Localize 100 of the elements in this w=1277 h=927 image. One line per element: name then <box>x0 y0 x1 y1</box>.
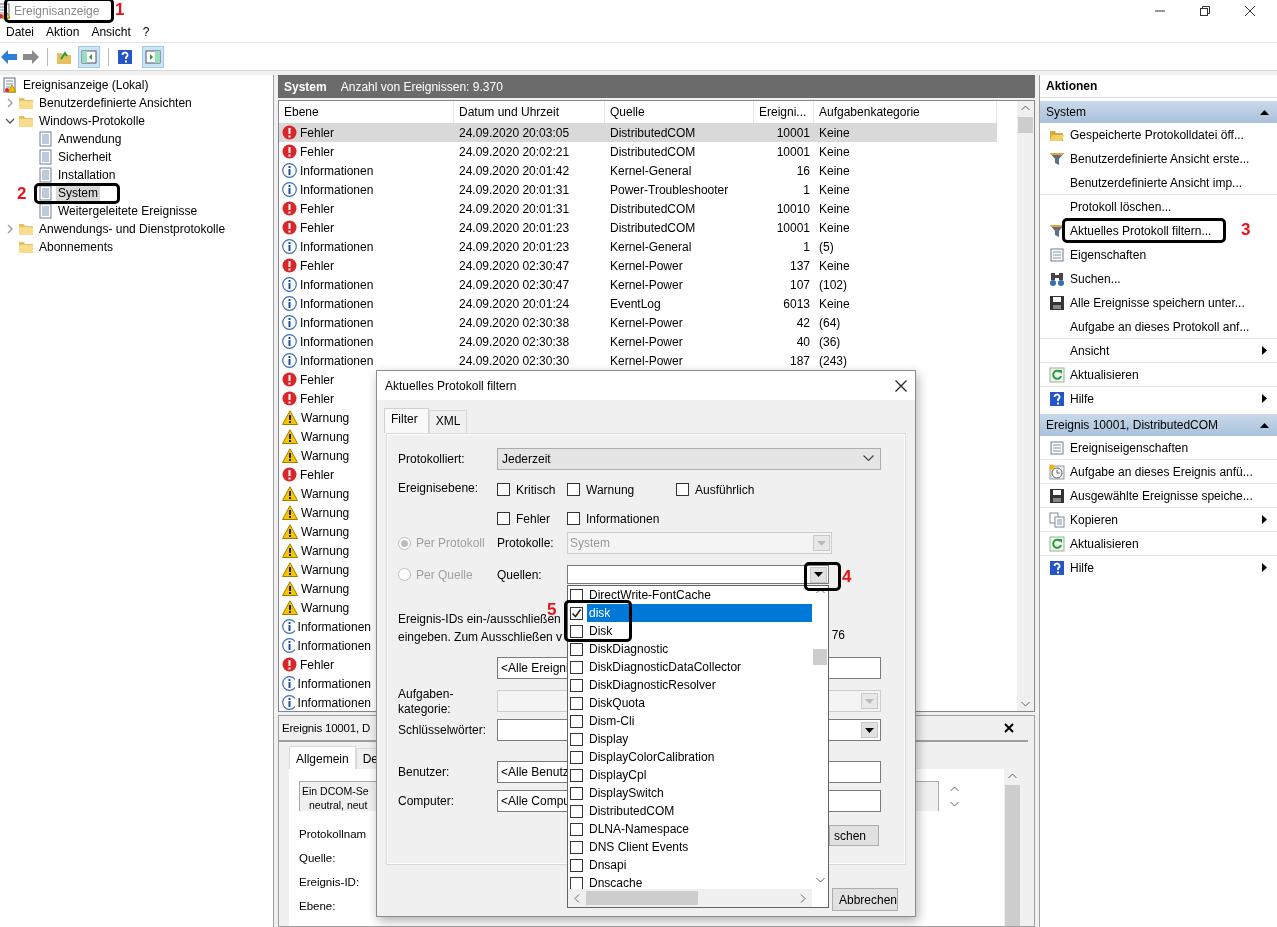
checkbox[interactable] <box>570 660 583 674</box>
list-item[interactable]: DiskDiagnostic <box>587 640 812 658</box>
table-row[interactable]: Fehler <box>279 655 371 674</box>
pane-toggle-icon[interactable] <box>78 45 100 68</box>
table-row[interactable]: Fehler <box>279 389 371 408</box>
menu-item[interactable]: ? <box>136 25 156 39</box>
table-row[interactable]: Informationen 24.09.2020 02:30:30 Kernel-Power 187 (243) <box>279 351 997 370</box>
table-row[interactable]: Warnung <box>279 560 371 579</box>
list-item[interactable]: Display <box>587 730 812 748</box>
table-row[interactable]: Informationen 24.09.2020 20:01:24 EventLog 6013 Keine <box>279 294 997 313</box>
list-item[interactable]: DistributedCOM <box>587 802 812 820</box>
tree-item[interactable]: Benutzerdefinierte Ansichten <box>37 95 194 111</box>
action-item[interactable]: Protokoll löschen... <box>1070 200 1172 214</box>
dropdown-arrow-icon[interactable] <box>865 727 874 733</box>
table-row[interactable]: Fehler 24.09.2020 20:03:05 DistributedCOM 10001 Keine <box>279 123 997 142</box>
list-item[interactable]: DiskDiagnosticResolver <box>587 676 812 694</box>
action-item[interactable]: Aktualisieren <box>1070 367 1139 382</box>
table-row[interactable]: Informationen 24.09.2020 02:30:38 Kernel-Power 40 (36) <box>279 332 997 351</box>
section-header[interactable]: System <box>1040 101 1277 123</box>
tree-item[interactable]: Anwendungs- und Dienstprotokolle <box>37 221 228 237</box>
action-item[interactable]: Eigenschaften <box>1070 248 1147 262</box>
back-arrow-icon[interactable] <box>1 49 17 64</box>
tree-item[interactable]: Abonnements <box>37 239 116 255</box>
action-item[interactable]: Suchen... <box>1070 272 1121 286</box>
section-header[interactable]: Ereignis 10001, DistributedCOM <box>1040 414 1277 436</box>
checkbox[interactable] <box>570 678 583 692</box>
checkbox[interactable] <box>570 804 583 818</box>
action-item[interactable]: Ansicht <box>1070 343 1110 358</box>
list-item[interactable]: Dnsapi <box>587 856 812 874</box>
checkbox[interactable] <box>497 483 510 496</box>
table-row[interactable]: Fehler <box>279 370 371 389</box>
table-row[interactable]: Warnung <box>279 427 371 446</box>
action-item[interactable]: Benutzerdefinierte Ansicht imp... <box>1070 175 1243 190</box>
action-item[interactable]: Gespeicherte Protokolldatei öff... <box>1070 128 1244 142</box>
table-row[interactable]: Fehler 24.09.2020 02:30:47 Kernel-Power 137 Keine <box>279 256 997 275</box>
scroll-thumb[interactable] <box>586 891 698 905</box>
tree-item[interactable]: Sicherheit <box>56 149 114 165</box>
table-row[interactable]: Warnung <box>279 503 371 522</box>
checkbox[interactable] <box>570 750 583 764</box>
menu-item[interactable]: Aktion <box>40 25 86 39</box>
action-item[interactable]: Kopieren <box>1070 512 1119 527</box>
scrollbar[interactable] <box>1017 101 1034 711</box>
clear-button[interactable]: schen <box>829 825 879 846</box>
action-item[interactable]: Aufgabe an dieses Ereignis anfü... <box>1070 464 1253 479</box>
list-item[interactable]: DisplayCpl <box>587 766 812 784</box>
table-row[interactable]: Warnung <box>279 408 371 427</box>
chevron-icon[interactable] <box>5 116 15 126</box>
close-icon[interactable] <box>1245 6 1255 16</box>
table-row[interactable]: Informationen <box>279 693 371 711</box>
table-row[interactable]: Fehler 24.09.2020 20:01:23 DistributedCOM 10001 Keine <box>279 218 997 237</box>
checkbox[interactable] <box>570 876 583 889</box>
list-item[interactable]: DisplayColorCalibration <box>587 748 812 766</box>
table-row[interactable]: Informationen <box>279 674 371 693</box>
action-item[interactable]: Ausgewählte Ereignisse speiche... <box>1070 488 1253 503</box>
action-item[interactable]: Hilfe <box>1070 561 1094 575</box>
checkbox[interactable] <box>570 732 583 746</box>
checkbox[interactable] <box>676 483 689 496</box>
tree-item[interactable]: Weitergeleitete Ereignisse <box>56 203 200 219</box>
action-item[interactable]: Alle Ereignisse speichern unter... <box>1070 296 1245 310</box>
tab[interactable]: Allgemein <box>289 746 356 769</box>
table-row[interactable]: Informationen <box>279 636 371 655</box>
table-row[interactable]: Fehler 24.09.2020 20:01:31 DistributedCOM 10010 Keine <box>279 199 997 218</box>
list-item[interactable]: Dism-Cli <box>587 712 812 730</box>
checkbox[interactable] <box>570 714 583 728</box>
collapse-icon[interactable] <box>1260 422 1269 428</box>
time-dropdown[interactable]: Jederzeit <box>497 447 881 470</box>
list-item[interactable]: DiskQuota <box>587 694 812 712</box>
dropdown-arrow-icon[interactable] <box>814 572 823 577</box>
table-row[interactable]: Warnung <box>279 579 371 598</box>
list-item[interactable]: disk <box>587 604 812 622</box>
table-row[interactable]: Informationen 24.09.2020 20:01:42 Kernel-General 16 Keine <box>279 161 997 180</box>
table-row[interactable]: Informationen <box>279 617 371 636</box>
checkbox[interactable] <box>570 768 583 782</box>
checkbox[interactable] <box>570 624 583 638</box>
table-row[interactable]: Warnung <box>279 446 371 465</box>
tree-item[interactable]: Windows-Protokolle <box>37 113 148 129</box>
close-icon[interactable] <box>895 379 907 392</box>
table-row[interactable]: Informationen 24.09.2020 02:30:38 Kernel-Power 42 (64) <box>279 313 997 332</box>
list-item[interactable]: DLNA-Namespace <box>587 820 812 838</box>
tree-item[interactable]: Installation <box>56 167 118 183</box>
checkbox[interactable] <box>570 606 583 620</box>
tree-item[interactable]: Anwendung <box>56 131 124 147</box>
help-icon[interactable] <box>117 48 133 65</box>
cancel-button[interactable]: Abbrechen <box>832 888 898 911</box>
table-row[interactable]: Warnung <box>279 598 371 617</box>
scroll-thumb[interactable] <box>1018 117 1033 133</box>
checkbox[interactable] <box>570 786 583 800</box>
list-item[interactable]: DNS Client Events <box>587 838 812 856</box>
tab[interactable]: Filter <box>384 408 429 433</box>
action-item[interactable]: Ereigniseigenschaften <box>1070 440 1189 455</box>
action-item[interactable]: Aktualisieren <box>1070 536 1139 551</box>
pane-toggle-icon[interactable] <box>142 45 164 68</box>
table-row[interactable]: Informationen 24.09.2020 20:01:23 Kernel-General 1 (5) <box>279 237 997 256</box>
action-item[interactable]: Aufgabe an dieses Protokoll anf... <box>1070 319 1250 334</box>
table-row[interactable]: Fehler <box>279 465 371 484</box>
checkbox[interactable] <box>567 512 580 525</box>
collapse-icon[interactable] <box>1260 109 1269 115</box>
scrollbar[interactable] <box>568 889 812 907</box>
checkbox[interactable] <box>567 483 580 496</box>
tree-item[interactable]: Ereignisanzeige (Lokal) <box>21 77 151 93</box>
